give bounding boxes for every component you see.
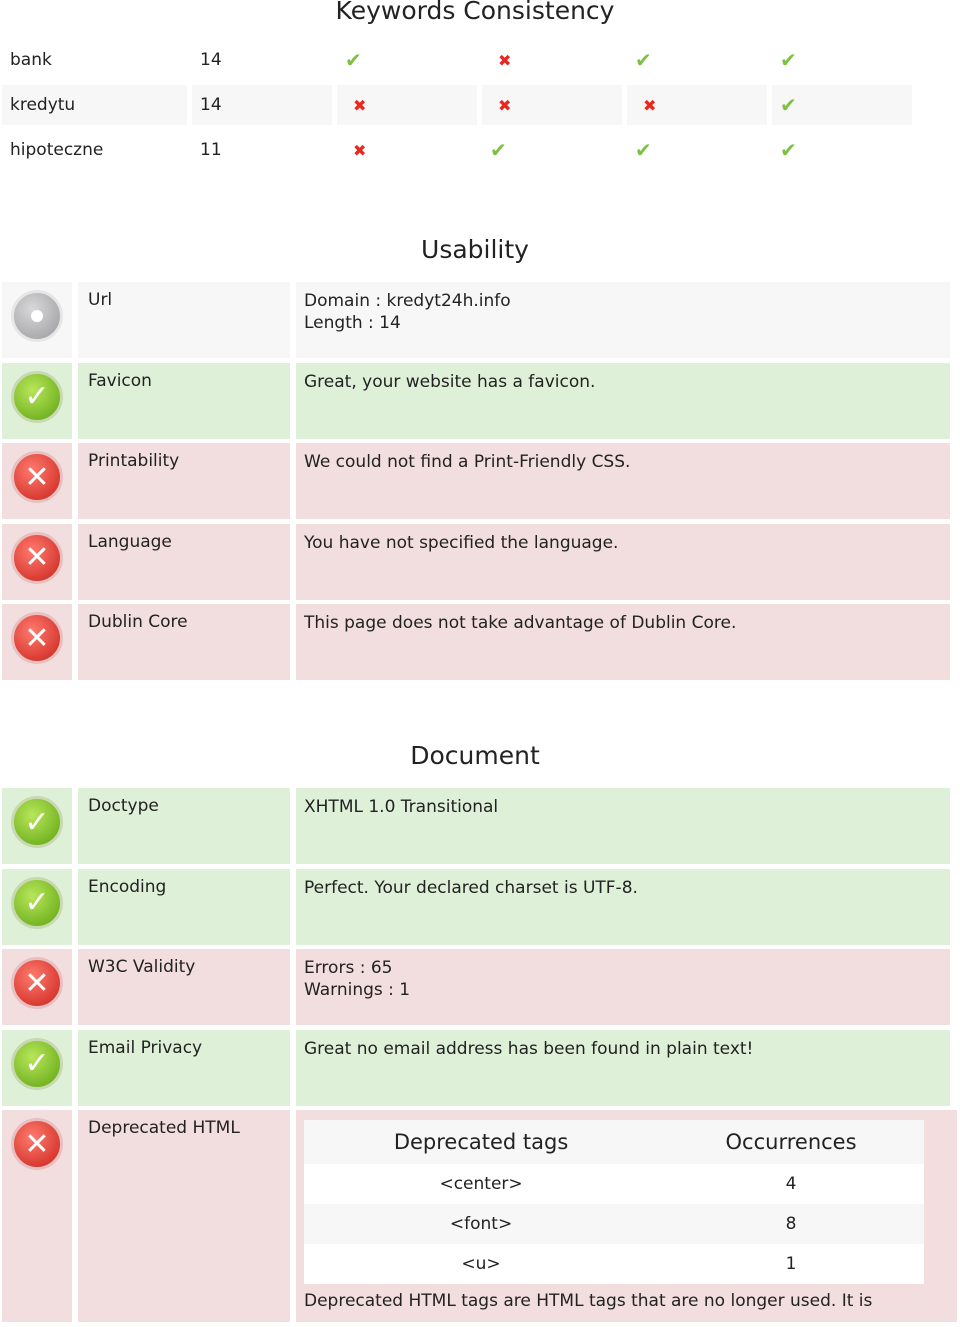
check-icon: ✔ xyxy=(780,93,797,117)
row-label: Language xyxy=(78,523,290,600)
row-value: Domain : kredyt24h.info xyxy=(304,291,511,311)
neutral-icon xyxy=(11,290,63,342)
keyword: hipoteczne xyxy=(10,140,104,160)
keyword: bank xyxy=(10,50,52,70)
table-row: <center> 4 xyxy=(304,1164,924,1204)
check-icon: ✔ xyxy=(635,48,652,72)
row-label: Favicon xyxy=(78,362,290,439)
check-row: ✕ Language You have not specified the lang… xyxy=(2,523,950,600)
cross-icon: ✖ xyxy=(498,50,512,70)
deprecated-tags-table: Deprecated tags Occurrences <center> 4 <fo… xyxy=(304,1120,924,1284)
fail-icon: ✕ xyxy=(11,957,63,1009)
keyword-count: 11 xyxy=(200,140,222,160)
document-title: Document xyxy=(410,741,540,770)
deprecated-note: Deprecated HTML tags are HTML tags that … xyxy=(304,1291,873,1311)
row-value: XHTML 1.0 Transitional xyxy=(304,797,499,817)
row-value: This page does not take advantage of Dub… xyxy=(304,613,737,633)
row-label: Email Privacy xyxy=(78,1029,290,1106)
row-label: Printability xyxy=(78,443,290,519)
keyword-row: kredytu 14 ✖ ✖ ✖ ✔ xyxy=(2,85,917,125)
fail-icon: ✕ xyxy=(11,531,63,584)
check-row: ✓ Email Privacy Great no email address has… xyxy=(2,1029,950,1106)
row-label: W3C Validity xyxy=(78,949,290,1025)
check-row: ✕ Printability We could not find a Print-F… xyxy=(2,443,950,519)
table-row: <font> 8 xyxy=(304,1204,924,1244)
keywords-title: Keywords Consistency xyxy=(335,0,615,25)
check-row: ✓ Favicon Great, your website has a favico… xyxy=(2,362,950,439)
row-label: Dublin Core xyxy=(78,604,290,680)
row-label: Deprecated HTML xyxy=(78,1110,290,1322)
row-value: Great, your website has a favicon. xyxy=(304,371,596,392)
row-value: Length : 14 xyxy=(304,313,401,333)
cross-icon: ✖ xyxy=(353,95,367,115)
keyword-row: bank 14 ✔ ✖ ✔ ✔ xyxy=(2,40,917,80)
cross-icon: ✖ xyxy=(498,95,512,115)
fail-icon: ✕ xyxy=(11,451,63,503)
check-icon: ✔ xyxy=(345,48,362,72)
row-value: Warnings : 1 xyxy=(304,980,411,1000)
pass-icon: ✓ xyxy=(11,1037,63,1090)
keyword-count: 14 xyxy=(200,50,222,70)
fail-icon: ✕ xyxy=(11,612,63,664)
pass-icon: ✓ xyxy=(11,370,63,423)
row-value: You have not specified the language. xyxy=(304,532,619,553)
row-value: Errors : 65 xyxy=(304,958,393,978)
check-row: ✓ Encoding Perfect. Your declared charset … xyxy=(2,868,950,945)
usability-title: Usability xyxy=(421,235,529,264)
column-header: Deprecated tags xyxy=(304,1120,659,1164)
check-row: ✓ Doctype XHTML 1.0 Transitional xyxy=(2,788,950,864)
row-label: Encoding xyxy=(78,868,290,945)
table-row: <u> 1 xyxy=(304,1244,924,1284)
keyword: kredytu xyxy=(2,85,187,125)
check-icon: ✔ xyxy=(780,48,797,72)
row-value: Perfect. Your declared charset is UTF-8. xyxy=(304,877,638,898)
row-value: Great no email address has been found in… xyxy=(304,1038,754,1059)
check-row: Url Domain : kredyt24h.info Length : 14 xyxy=(2,282,950,358)
cross-icon: ✖ xyxy=(643,95,657,115)
pass-icon: ✓ xyxy=(11,876,63,929)
keyword-row: hipoteczne 11 ✖ ✔ ✔ ✔ xyxy=(2,130,917,170)
deprecated-html-row: ✕ Deprecated HTML Deprecated tags Occurre… xyxy=(2,1110,957,1322)
keywords-table: bank 14 ✔ ✖ ✔ ✔ kredytu 14 ✖ ✖ ✖ ✔ hipoteczne 11 ✖ ✔ ✔ ✔ xyxy=(2,40,917,175)
pass-icon: ✓ xyxy=(11,796,63,848)
fail-icon: ✕ xyxy=(11,1118,63,1170)
check-icon: ✔ xyxy=(490,138,507,162)
row-label: Doctype xyxy=(78,788,290,864)
check-row: ✕ Dublin Core This page does not take adva… xyxy=(2,604,950,680)
row-label: Url xyxy=(78,282,290,358)
cross-icon: ✖ xyxy=(353,140,367,160)
keyword-count: 14 xyxy=(192,85,332,125)
column-header: Occurrences xyxy=(658,1120,924,1164)
check-icon: ✔ xyxy=(780,138,797,162)
row-value: We could not find a Print-Friendly CSS. xyxy=(304,452,631,472)
check-row: ✕ W3C Validity Errors : 65 Warnings : 1 xyxy=(2,949,950,1025)
check-icon: ✔ xyxy=(635,138,652,162)
